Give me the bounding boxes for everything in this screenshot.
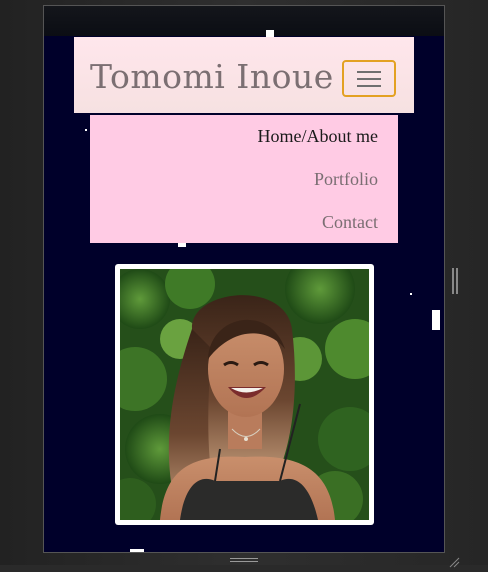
menu-toggle-button[interactable] <box>342 60 396 97</box>
portrait-photo <box>120 269 369 520</box>
star-decoration <box>432 310 440 330</box>
page-top-strip <box>44 6 444 36</box>
browser-window: Tomomi Inoue Home/About me Portfolio Con… <box>0 0 488 568</box>
drag-handle-icon[interactable] <box>230 558 258 565</box>
star-decoration <box>130 549 144 552</box>
nav-item-portfolio[interactable]: Portfolio <box>314 169 378 190</box>
navbar: Tomomi Inoue <box>74 37 414 113</box>
nav-menu: Home/About me Portfolio Contact <box>90 115 398 243</box>
star-decoration <box>410 293 412 295</box>
site-brand[interactable]: Tomomi Inoue <box>90 57 334 96</box>
scrollbar-grip[interactable] <box>452 268 458 294</box>
nav-item-contact[interactable]: Contact <box>322 212 378 233</box>
profile-photo-frame <box>115 264 374 525</box>
nav-item-home-about[interactable]: Home/About me <box>258 126 378 147</box>
resize-corner-icon[interactable] <box>448 553 460 568</box>
star-decoration <box>85 129 87 131</box>
page-viewport: Tomomi Inoue Home/About me Portfolio Con… <box>44 6 444 552</box>
